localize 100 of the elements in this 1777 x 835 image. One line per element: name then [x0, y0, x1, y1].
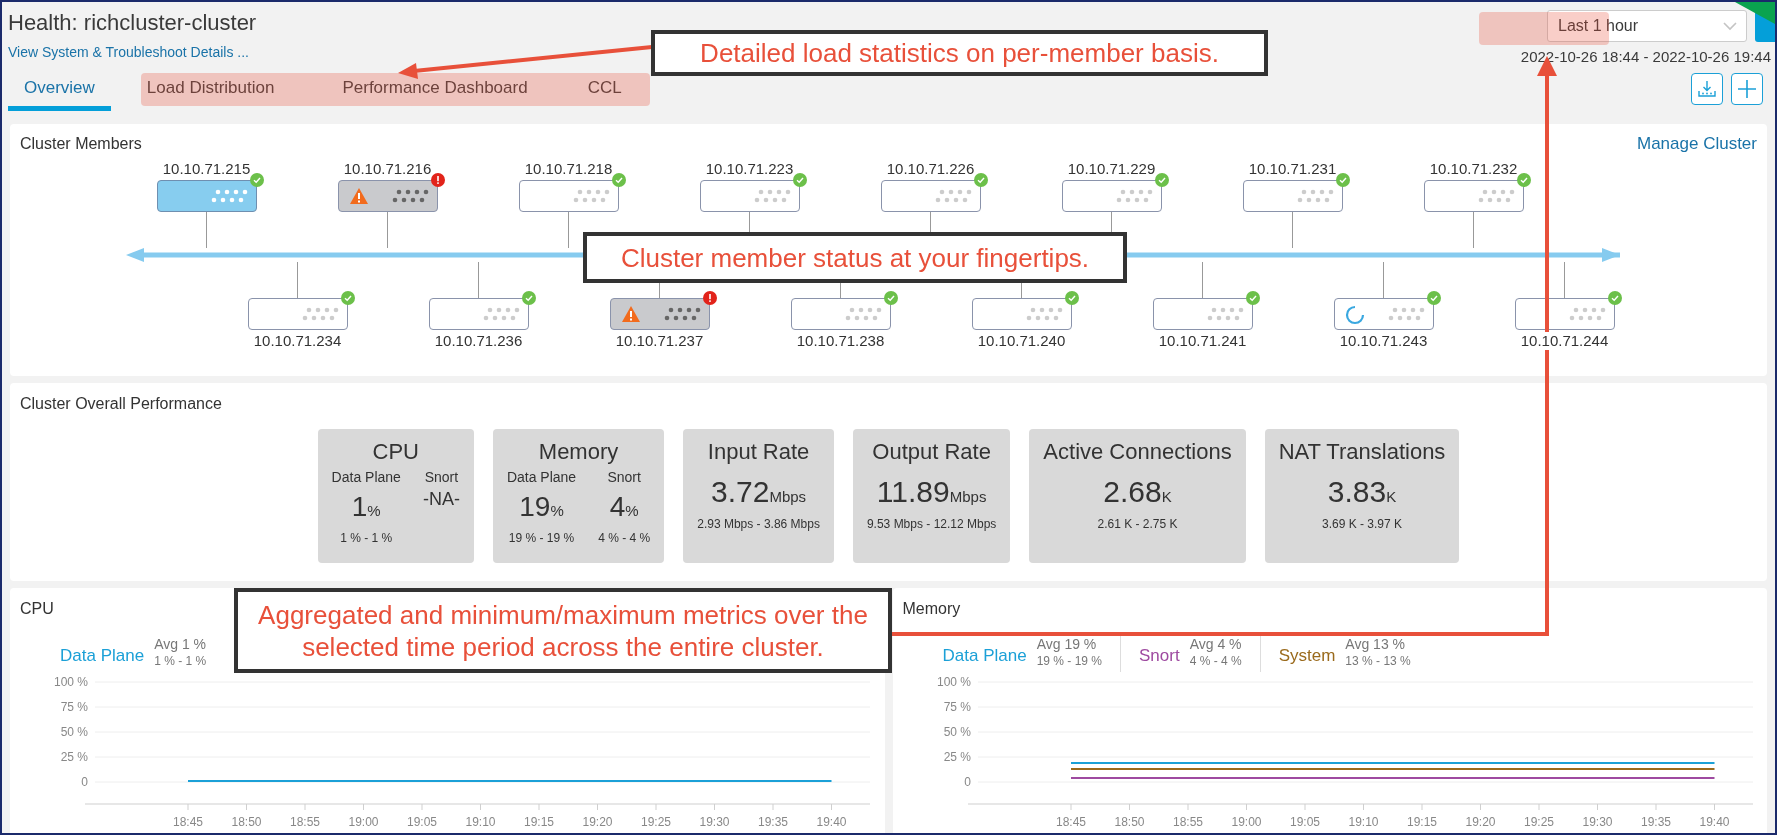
annotation-callout: Detailed load statistics on per-member basis.: [651, 30, 1268, 76]
x-axis-label: 18:45: [173, 815, 203, 829]
date-range: 2022-10-26 18:44 - 2022-10-26 19:44: [1520, 48, 1771, 65]
device-node[interactable]: [699, 180, 800, 212]
section-title: Cluster Overall Performance: [20, 395, 222, 413]
device-node[interactable]: [1423, 180, 1524, 212]
device-node[interactable]: [337, 180, 438, 212]
device-node[interactable]: [1242, 180, 1343, 212]
metric-range: 19 % - 19 %: [508, 531, 575, 545]
connector-line: [387, 212, 388, 248]
chart-title: Memory: [902, 600, 961, 618]
metric-value: 19%: [519, 491, 564, 523]
add-button[interactable]: [1731, 73, 1763, 105]
legend-label[interactable]: System: [1278, 646, 1336, 672]
metric-value: 2.68K: [1103, 475, 1172, 509]
ports-icon: [662, 306, 701, 322]
device-node[interactable]: [790, 298, 891, 330]
x-axis-label: 19:05: [407, 815, 437, 829]
manage-cluster-link[interactable]: Manage Cluster: [1637, 134, 1757, 154]
ports-icon: [481, 306, 520, 322]
y-axis-label: 50 %: [943, 725, 971, 739]
x-axis-label: 18:50: [231, 815, 262, 829]
device-node[interactable]: [247, 298, 348, 330]
device-node[interactable]: [609, 298, 710, 330]
metric-label: Data Plane: [331, 469, 401, 485]
chart-title: CPU: [20, 600, 54, 618]
metric-value: 4%: [609, 491, 639, 523]
device-node[interactable]: [1514, 298, 1615, 330]
x-axis-label: 19:40: [816, 815, 847, 829]
time-range-dropdown[interactable]: Last 1 hour: [1547, 10, 1747, 42]
ports-icon: [752, 188, 791, 204]
x-axis-label: 19:10: [1348, 815, 1378, 829]
connector-line: [1473, 212, 1474, 248]
metric-range: 2.93 Mbps - 3.86 Mbps: [697, 517, 820, 531]
metric-range: 4 % - 4 %: [598, 531, 651, 545]
metric-label: Data Plane: [506, 469, 577, 485]
details-link[interactable]: View System & Troubleshoot Details ...: [8, 44, 646, 60]
device-node[interactable]: [1152, 298, 1253, 330]
plus-icon: [1737, 79, 1757, 99]
ports-icon: [390, 188, 429, 204]
metric-range: 3.69 K - 3.97 K: [1322, 517, 1403, 531]
connector-line: [206, 212, 207, 248]
y-axis-label: 75 %: [943, 700, 971, 714]
connector-line: [1564, 262, 1565, 298]
chevron-down-icon: [1722, 21, 1738, 31]
tab[interactable]: Overview: [8, 72, 111, 111]
ports-icon: [1114, 188, 1153, 204]
device-node[interactable]: [518, 180, 619, 212]
x-axis-label: 19:40: [1699, 815, 1729, 829]
tab[interactable]: Load Distribution: [130, 72, 291, 111]
x-axis-label: 19:35: [758, 815, 788, 829]
x-axis-label: 19:15: [1406, 815, 1437, 829]
x-axis-label: 19:30: [1582, 815, 1612, 829]
legend-range: 13 % - 13 %: [1345, 654, 1411, 668]
connector-line: [478, 262, 479, 298]
tab[interactable]: CCL: [571, 72, 638, 111]
device-node[interactable]: [428, 298, 529, 330]
metric-title: Output Rate: [872, 439, 991, 465]
ports-icon: [1205, 306, 1244, 322]
ports-icon: [933, 188, 972, 204]
ports-icon: [571, 188, 610, 204]
connector-line: [568, 212, 569, 248]
device-node[interactable]: [971, 298, 1072, 330]
connector-line: [1202, 262, 1203, 298]
x-axis-label: 18:55: [1172, 815, 1203, 829]
member-address: 10.10.71.244: [1520, 332, 1609, 350]
legend-label[interactable]: Snort: [1139, 646, 1180, 672]
legend-average: Avg 19 %: [1036, 636, 1098, 652]
legend-label[interactable]: Data Plane: [942, 646, 1027, 672]
x-axis-label: 18:45: [1055, 815, 1086, 829]
page-title: Health: richcluster-cluster: [8, 10, 258, 36]
metric-title: Input Rate: [707, 439, 810, 465]
tab[interactable]: Performance Dashboard: [326, 72, 544, 111]
y-axis-label: 25 %: [943, 750, 971, 764]
device-node[interactable]: [156, 180, 257, 212]
y-axis-label: 25 %: [60, 750, 88, 764]
device-node[interactable]: [1333, 298, 1434, 330]
metric-range: 2.61 K - 2.75 K: [1097, 517, 1178, 531]
y-axis-label: 50 %: [60, 725, 88, 739]
metric-value: -NA-: [422, 489, 460, 510]
x-axis-label: 19:35: [1640, 815, 1671, 829]
ports-icon: [1024, 306, 1063, 322]
annotation-callout: Cluster member status at your fingertips.: [583, 232, 1127, 283]
x-axis-label: 19:15: [524, 815, 554, 829]
ports-icon: [209, 188, 248, 204]
ports-icon: [1386, 306, 1425, 322]
download-button[interactable]: [1691, 73, 1723, 105]
metric-range: 1 % - 1 %: [340, 531, 393, 545]
x-axis-label: 19:25: [1523, 815, 1554, 829]
metric-title: Active Connections: [1043, 439, 1232, 465]
metric-value: 1%: [351, 491, 381, 523]
x-axis-label: 19:25: [641, 815, 671, 829]
legend-label[interactable]: Data Plane: [60, 646, 145, 672]
device-node[interactable]: [880, 180, 981, 212]
ports-icon: [1295, 188, 1334, 204]
connector-line: [1383, 262, 1384, 298]
device-node[interactable]: [1061, 180, 1162, 212]
metric-value: 3.83K: [1327, 475, 1397, 509]
legend-average: Avg 4 %: [1189, 636, 1242, 652]
y-axis-label: 100 %: [936, 675, 971, 689]
